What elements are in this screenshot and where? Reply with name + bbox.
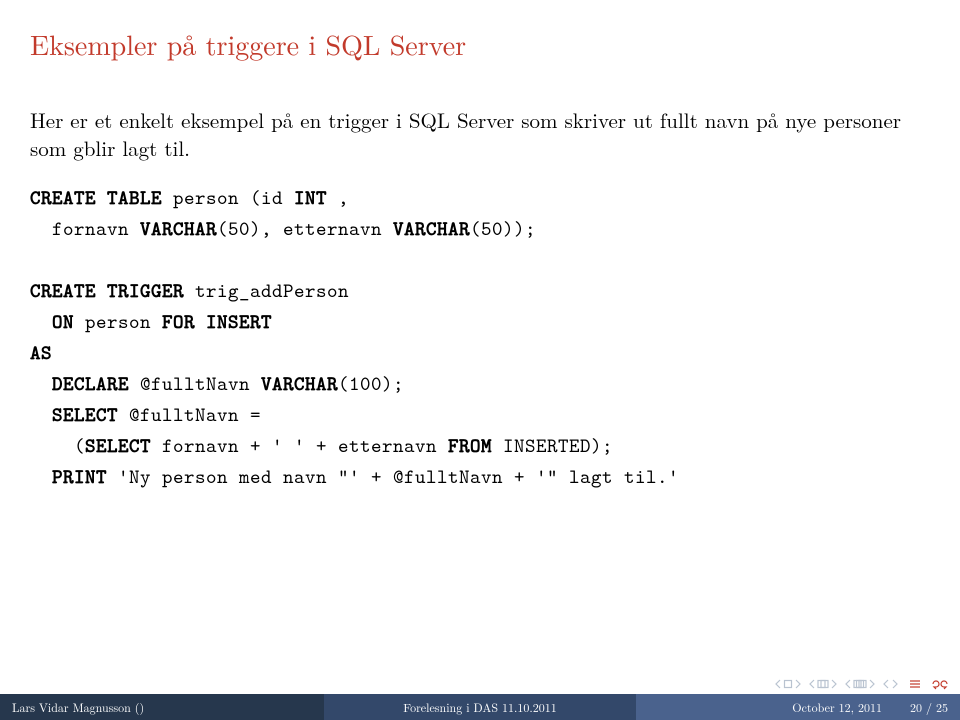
code-text: (100); bbox=[338, 371, 404, 397]
kw-as: AS bbox=[30, 340, 52, 366]
code-text: (50), etternavn bbox=[217, 216, 393, 242]
menu-icon[interactable] bbox=[909, 679, 921, 689]
back-findforward-icon[interactable] bbox=[930, 678, 950, 690]
kw-declare: DECLARE bbox=[52, 371, 129, 397]
code-text bbox=[30, 464, 52, 490]
kw-for-insert: FOR INSERT bbox=[162, 309, 272, 335]
kw-varchar: VARCHAR bbox=[393, 216, 470, 242]
kw-int: INT bbox=[294, 185, 327, 211]
slide-footer: Lars Vidar Magnusson () Forelesning i DA… bbox=[0, 694, 960, 720]
kw-from: FROM bbox=[448, 433, 492, 459]
footer-date-page: October 12, 2011 20 / 25 bbox=[636, 694, 960, 720]
code-text: fornavn + ' ' + etternavn bbox=[151, 433, 448, 459]
code-text: ( bbox=[30, 433, 85, 459]
kw-create-trigger: CREATE TRIGGER bbox=[30, 278, 184, 304]
kw-varchar: VARCHAR bbox=[261, 371, 338, 397]
kw-create-table: CREATE TABLE bbox=[30, 185, 162, 211]
kw-on: ON bbox=[52, 309, 74, 335]
code-text: @fulltNavn bbox=[129, 371, 261, 397]
footer-title: Forelesning i DAS 11.10.2011 bbox=[324, 694, 636, 720]
code-text bbox=[30, 402, 52, 428]
nav-frame-icon[interactable] bbox=[774, 679, 802, 689]
code-text: , bbox=[327, 185, 349, 211]
kw-print: PRINT bbox=[52, 464, 107, 490]
code-text: person bbox=[74, 309, 162, 335]
code-text: fornavn bbox=[30, 216, 140, 242]
nav-appendix-icon[interactable] bbox=[882, 679, 899, 689]
beamer-nav-icons bbox=[774, 678, 950, 690]
intro-text: Her er et enkelt eksempel på en trigger … bbox=[30, 106, 930, 163]
footer-author: Lars Vidar Magnusson () bbox=[0, 694, 324, 720]
nav-subsection-icon[interactable] bbox=[808, 679, 838, 689]
footer-page: 20 / 25 bbox=[910, 699, 948, 716]
footer-date: October 12, 2011 bbox=[792, 699, 882, 716]
code-text: 'Ny person med navn "' + @fulltNavn + '"… bbox=[107, 464, 679, 490]
kw-select: SELECT bbox=[85, 433, 151, 459]
code-block: CREATE TABLE person (id INT , fornavn VA… bbox=[30, 183, 930, 493]
code-text: @fulltNavn = bbox=[118, 402, 261, 428]
code-text bbox=[30, 309, 52, 335]
code-text bbox=[30, 371, 52, 397]
code-text: (50)); bbox=[470, 216, 536, 242]
kw-varchar: VARCHAR bbox=[140, 216, 217, 242]
code-text: trig_addPerson bbox=[184, 278, 349, 304]
slide-title: Eksempler på triggere i SQL Server bbox=[30, 24, 930, 64]
code-text: person (id bbox=[162, 185, 294, 211]
code-text: INSERTED); bbox=[492, 433, 613, 459]
kw-select: SELECT bbox=[52, 402, 118, 428]
nav-section-icon[interactable] bbox=[844, 679, 876, 689]
